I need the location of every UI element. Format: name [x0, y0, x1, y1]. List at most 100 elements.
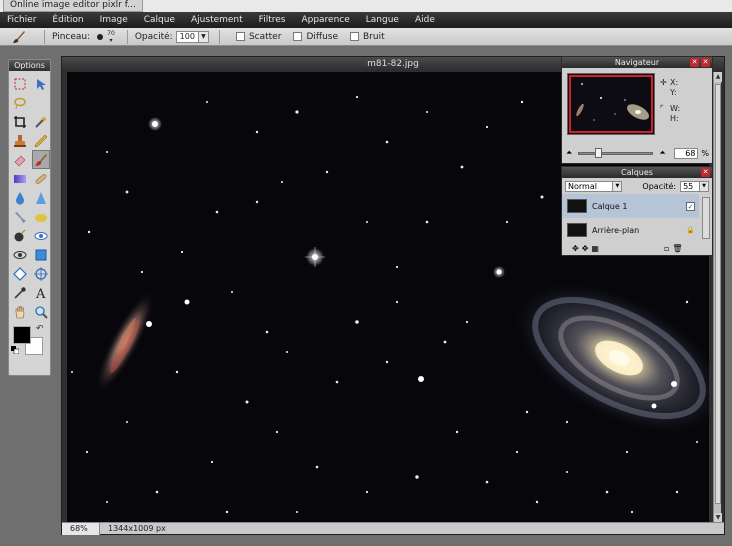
reset-colors-icon[interactable] [11, 346, 19, 354]
menu-image[interactable]: Image [92, 12, 136, 28]
marquee-tool[interactable] [11, 74, 29, 93]
magic-wand-icon [35, 115, 47, 128]
zoom-slider-knob[interactable] [595, 147, 603, 158]
move-tool[interactable] [32, 74, 50, 93]
smudge-tool[interactable] [11, 207, 29, 226]
layer-mask-icon[interactable]: ✥ [582, 244, 589, 253]
brush-tool[interactable] [32, 150, 50, 169]
brush-size-selector[interactable]: 70 ▾ [107, 30, 115, 44]
zoom-input[interactable]: 68 [673, 147, 699, 159]
pencil-tool[interactable] [32, 131, 50, 150]
canvas-vertical-scrollbar[interactable]: ▲ ▼ [713, 72, 722, 523]
drawing-tool[interactable] [11, 264, 29, 283]
text-icon: A [35, 287, 46, 300]
y-label: Y: [670, 88, 677, 97]
menu-ajustement[interactable]: Ajustement [183, 12, 251, 28]
canvas-zoom-field[interactable]: 68% [62, 522, 100, 535]
menu-bar: Fichier Édition Image Calque Ajustement … [0, 12, 732, 28]
layers-header[interactable]: Calques ✕ [562, 167, 712, 178]
bomb-icon [14, 229, 26, 241]
drop-icon [16, 191, 24, 204]
redeye-icon [34, 231, 48, 240]
menu-filtres[interactable]: Filtres [251, 12, 294, 28]
hand-tool[interactable] [11, 302, 29, 321]
menu-edition[interactable]: Édition [44, 12, 91, 28]
heal-tool[interactable] [32, 169, 50, 188]
foreground-color-swatch[interactable] [13, 326, 31, 344]
type-tool[interactable]: A [32, 283, 50, 302]
close-icon[interactable]: ✕ [701, 168, 710, 177]
layer-opacity-input[interactable]: 55 ▼ [680, 180, 709, 192]
triangle-icon [36, 191, 46, 204]
sharpen-tool[interactable] [32, 188, 50, 207]
diffuse-checkbox[interactable]: Diffuse [293, 32, 338, 42]
navigator-info: ✛ X: Y: ⌜ W: H: [660, 78, 680, 124]
transform-tool[interactable] [32, 264, 50, 283]
crop-tool[interactable] [11, 112, 29, 131]
bruit-checkbox[interactable]: Bruit [350, 32, 385, 42]
eyedropper-tool[interactable] [11, 283, 29, 302]
layer-settings-icon[interactable]: ▦ [591, 244, 599, 253]
chevron-down-icon: ▾ [109, 36, 113, 44]
sponge-tool[interactable] [32, 207, 50, 226]
tools-panel: Options A ↶ [8, 59, 51, 376]
menu-apparence[interactable]: Apparence [293, 12, 357, 28]
opacity-input[interactable]: 100 ▼ [175, 30, 209, 43]
blur-tool[interactable] [11, 188, 29, 207]
rect-shape-tool[interactable] [32, 245, 50, 264]
menu-fichier[interactable]: Fichier [0, 12, 44, 28]
checkbox-box[interactable] [350, 32, 359, 41]
view-tool[interactable] [11, 245, 29, 264]
opacity-value: 100 [179, 32, 195, 41]
layer-name: Arrière-plan [592, 225, 640, 235]
layer-visibility-checkbox[interactable]: ✓ [686, 201, 695, 211]
navigator-header[interactable]: Navigateur ✕ ✕ [562, 57, 712, 68]
crosshair-icon: ✛ [660, 78, 667, 87]
menu-calque[interactable]: Calque [136, 12, 183, 28]
w-label: W: [670, 104, 681, 113]
navigator-viewport-rect[interactable] [569, 75, 653, 133]
chevron-down-icon[interactable]: ▼ [699, 181, 708, 191]
gradient-tool[interactable] [11, 169, 29, 188]
navigator-panel: Navigateur ✕ ✕ ✛ X: Y: ⌜ W: H: ⏶ ⏶ 68 % [561, 56, 713, 164]
layer-styles-icon[interactable]: ✥ [572, 244, 579, 253]
eraser-tool[interactable] [11, 150, 29, 169]
redeye-tool[interactable] [32, 226, 50, 245]
menu-aide[interactable]: Aide [407, 12, 443, 28]
trash-icon[interactable]: 🗑 [672, 244, 682, 253]
menu-langue[interactable]: Langue [358, 12, 407, 28]
layer-row-arriere-plan[interactable]: Arrière-plan 🔒 [562, 218, 699, 242]
zoom-out-icon[interactable]: ⏶ [566, 148, 572, 158]
layers-scrollbar[interactable] [702, 197, 710, 239]
chevron-down-icon[interactable]: ▼ [612, 181, 622, 191]
scatter-checkbox[interactable]: Scatter [235, 32, 281, 42]
burn-tool[interactable] [11, 226, 29, 245]
brush-tool-icon[interactable] [12, 30, 26, 44]
magnifier-icon [35, 305, 48, 319]
scroll-up-icon[interactable]: ▲ [714, 72, 722, 82]
close-icon[interactable]: ✕ [701, 58, 710, 67]
close-icon[interactable]: ✕ [690, 58, 699, 67]
brush-preview-icon[interactable] [97, 33, 104, 40]
eraser-icon [14, 155, 26, 166]
browser-tab[interactable]: Online image editor pixlr f... [3, 0, 143, 12]
blend-mode-select[interactable]: Normal ▼ [565, 180, 623, 192]
zoom-slider[interactable] [578, 147, 654, 158]
layer-row-calque-1[interactable]: Calque 1 ✓ [562, 194, 699, 218]
lasso-tool[interactable] [11, 93, 29, 112]
zoom-in-icon[interactable]: ⏶ [659, 148, 665, 158]
svg-text:A: A [35, 287, 46, 300]
navigator-thumbnail[interactable] [567, 73, 655, 135]
stamp-tool[interactable] [11, 131, 29, 150]
gradient-icon [14, 174, 26, 183]
swap-colors-icon[interactable]: ↶ [36, 324, 44, 334]
new-layer-icon[interactable]: ▫ [664, 244, 669, 253]
checkbox-box[interactable] [293, 32, 303, 41]
zoom-tool[interactable] [32, 302, 50, 321]
magic-wand-tool[interactable] [32, 112, 50, 131]
checkbox-box[interactable] [235, 32, 245, 41]
sponge-icon [35, 213, 47, 222]
scrollbar-thumb[interactable] [715, 84, 721, 504]
bandage-icon [35, 173, 47, 184]
chevron-down-icon[interactable]: ▼ [197, 31, 208, 42]
